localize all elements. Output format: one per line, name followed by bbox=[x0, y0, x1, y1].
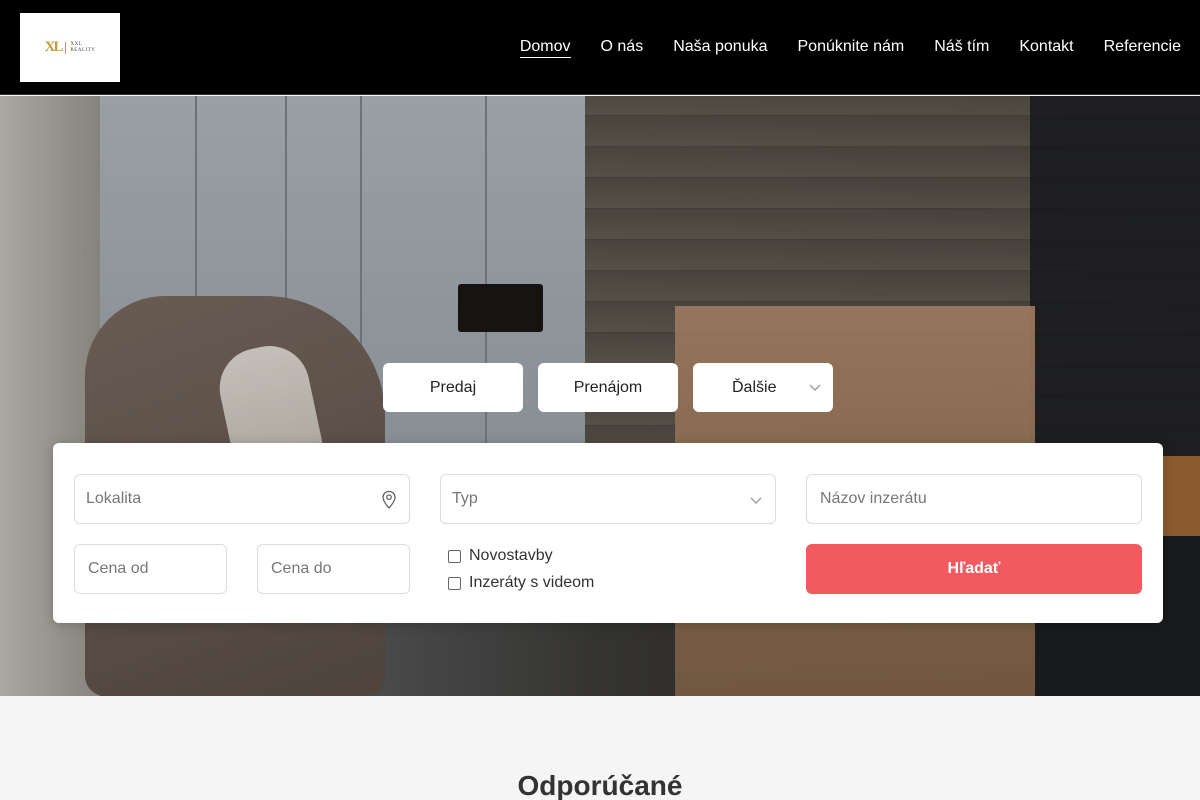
logo-mark: XL bbox=[44, 39, 64, 55]
tab-dalsie[interactable]: Ďalšie bbox=[693, 363, 833, 412]
price-from-input[interactable] bbox=[88, 560, 226, 578]
nav-item-o-nas[interactable]: O nás bbox=[601, 37, 644, 58]
price-to-field[interactable] bbox=[257, 544, 410, 594]
video-listings-option[interactable]: Inzeráty s videom bbox=[448, 574, 594, 592]
tab-prenajom[interactable]: Prenájom bbox=[538, 363, 678, 412]
map-pin-icon bbox=[382, 490, 396, 509]
nav-item-kontakt[interactable]: Kontakt bbox=[1019, 37, 1073, 58]
chevron-down-icon bbox=[750, 497, 762, 505]
video-listings-checkbox[interactable] bbox=[448, 576, 461, 590]
logo-wordmark: XXL REALITY bbox=[70, 42, 95, 54]
tab-dalsie-label: Ďalšie bbox=[732, 378, 777, 396]
new-builds-checkbox[interactable] bbox=[448, 549, 461, 563]
location-field[interactable] bbox=[74, 474, 410, 524]
logo-line-2: REALITY bbox=[70, 47, 96, 53]
search-panel bbox=[53, 443, 1163, 623]
listing-title-field[interactable] bbox=[806, 474, 1142, 524]
new-builds-option[interactable]: Novostavby bbox=[448, 547, 553, 565]
search-button[interactable]: Hľadať bbox=[806, 544, 1142, 594]
site-logo[interactable]: XL XXL REALITY bbox=[20, 13, 120, 82]
nav-item-nasa-ponuka[interactable]: Naša ponuka bbox=[673, 37, 767, 58]
price-to-input[interactable] bbox=[271, 560, 409, 578]
featured-section-title: Odporúčané bbox=[517, 770, 683, 800]
nav-item-ponuknite-nam[interactable]: Ponúknite nám bbox=[798, 37, 905, 58]
new-builds-label: Novostavby bbox=[469, 547, 553, 564]
main-nav: Domov O nás Naša ponuka Ponúknite nám Ná… bbox=[519, 37, 1181, 58]
tab-predaj[interactable]: Predaj bbox=[383, 363, 523, 412]
location-input[interactable] bbox=[86, 490, 409, 508]
video-listings-label: Inzeráty s videom bbox=[469, 574, 595, 591]
listing-title-input[interactable] bbox=[820, 490, 1141, 508]
chevron-down-icon bbox=[809, 384, 821, 392]
nav-item-nas-tim[interactable]: Náš tím bbox=[934, 37, 989, 58]
type-select-value: Typ bbox=[452, 490, 478, 507]
logo-divider bbox=[65, 41, 67, 54]
nav-item-referencie[interactable]: Referencie bbox=[1104, 37, 1181, 58]
site-header: XL XXL REALITY Domov O nás Naša ponuka P… bbox=[0, 0, 1200, 95]
nav-item-domov[interactable]: Domov bbox=[519, 37, 571, 58]
type-select[interactable]: Typ bbox=[440, 474, 776, 524]
price-from-field[interactable] bbox=[74, 544, 227, 594]
logo-line-1: XXL bbox=[70, 41, 83, 47]
